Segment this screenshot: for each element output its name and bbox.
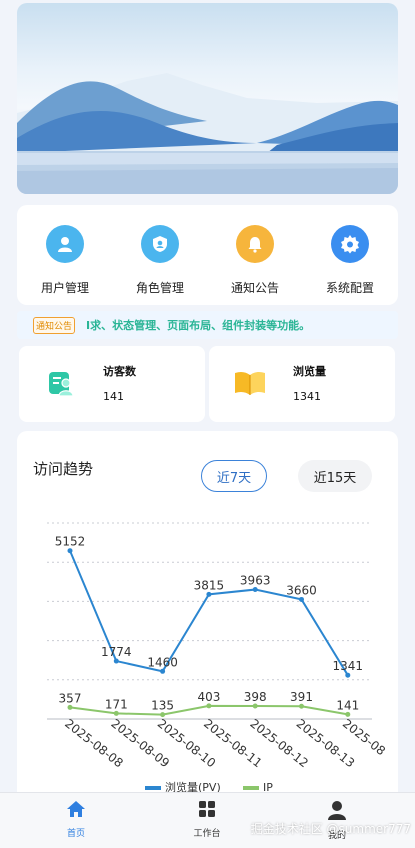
data-point [160, 668, 166, 674]
data-label: 171 [105, 697, 128, 711]
data-label: 3815 [194, 578, 225, 592]
data-label: 5152 [55, 535, 86, 549]
stat-label: 访客数 [103, 365, 136, 378]
tab-label: 首页 [66, 829, 85, 839]
data-label: 403 [197, 690, 220, 704]
notice-tag: 通知公告 [33, 317, 76, 334]
data-label: 135 [151, 699, 174, 713]
visitor-stat-card: 访客数 141 [19, 346, 205, 422]
data-label: 357 [59, 691, 82, 705]
data-point [113, 658, 119, 664]
bell-icon [236, 225, 274, 263]
data-point [67, 548, 73, 554]
data-label: 3660 [286, 583, 317, 597]
data-label: 1341 [333, 659, 364, 673]
data-label: 1460 [147, 655, 178, 669]
data-point [252, 587, 258, 593]
quick-action-label: 角色管理 [135, 281, 184, 295]
data-point [252, 703, 258, 709]
data-point [67, 704, 73, 710]
shield-user-icon [141, 225, 179, 263]
hero-banner [17, 3, 398, 194]
data-point [206, 703, 212, 709]
quick-action-role-management[interactable]: 角色管理 [112, 225, 208, 296]
quick-actions-card: 用户管理 角色管理 通知公告 系统配置 [17, 205, 398, 305]
data-point [299, 596, 304, 602]
grid-icon [199, 801, 215, 817]
data-label: 391 [290, 690, 313, 704]
quick-action-label: 系统配置 [325, 281, 374, 295]
tab-home[interactable]: 首页 [46, 799, 106, 839]
data-point [206, 591, 212, 597]
data-label: 398 [244, 690, 267, 704]
trend-chart-card: 访问趋势 近7天 近15天 5152 1774 1460 3815 3963 3660 13… [17, 431, 398, 811]
data-label: 141 [336, 698, 359, 712]
legend-swatch [145, 786, 161, 790]
data-point [113, 710, 119, 716]
tab-label: 工作台 [193, 829, 221, 839]
person-icon [328, 801, 346, 820]
stat-label: 浏览量 [293, 365, 326, 378]
notice-bar[interactable]: 通知公告 I求、状态管理、页面布局、组件封装等功能。 [17, 311, 398, 339]
legend-swatch [243, 786, 259, 790]
home-icon [67, 801, 85, 817]
user-icon [46, 225, 84, 263]
quick-action-system-config[interactable]: 系统配置 [302, 225, 398, 296]
watermark: 掘金技术社区 @summer777 [250, 822, 411, 836]
data-point [345, 672, 351, 678]
quick-action-user-management[interactable]: 用户管理 [17, 225, 113, 296]
book-icon [233, 368, 267, 402]
mountain-landscape-image [17, 73, 398, 194]
quick-action-notice[interactable]: 通知公告 [207, 225, 303, 296]
trend-line-chart: 5152 1774 1460 3815 3963 3660 1341 357 171 135 403… [47, 522, 388, 794]
pageview-stat-card: 浏览量 1341 [209, 346, 395, 422]
visitor-icon [47, 368, 77, 402]
stat-value: 1341 [293, 390, 321, 403]
gear-icon [331, 225, 369, 263]
quick-action-label: 通知公告 [230, 281, 279, 295]
notice-scrolling-text: I求、状态管理、页面布局、组件封装等功能。 [86, 319, 311, 332]
tab-workbench[interactable]: 工作台 [177, 799, 237, 839]
data-point [299, 703, 304, 709]
data-label: 1774 [101, 645, 132, 659]
quick-action-label: 用户管理 [40, 281, 89, 295]
data-label: 3963 [240, 574, 271, 588]
stat-value: 141 [103, 390, 124, 403]
